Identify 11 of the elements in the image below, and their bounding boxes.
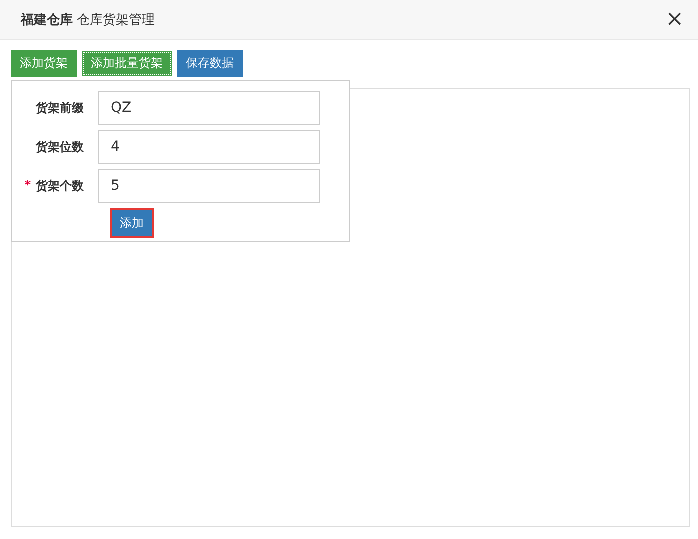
close-button[interactable]: × [666,8,684,30]
input-field[interactable]: QZ [98,91,320,125]
add-button[interactable]: 添加 [110,208,154,238]
field-label: 货架个数 [36,178,84,194]
input-field[interactable]: 4 [98,130,320,164]
toolbar-button[interactable]: 保存数据 [177,50,243,77]
window-title: 福建仓库 仓库货架管理 [21,12,156,28]
input-field[interactable]: 5 [98,169,320,203]
required-mark: * [24,178,31,194]
field-label: 货架位数 [36,138,84,156]
field-label: 货架前缀 [36,100,84,116]
